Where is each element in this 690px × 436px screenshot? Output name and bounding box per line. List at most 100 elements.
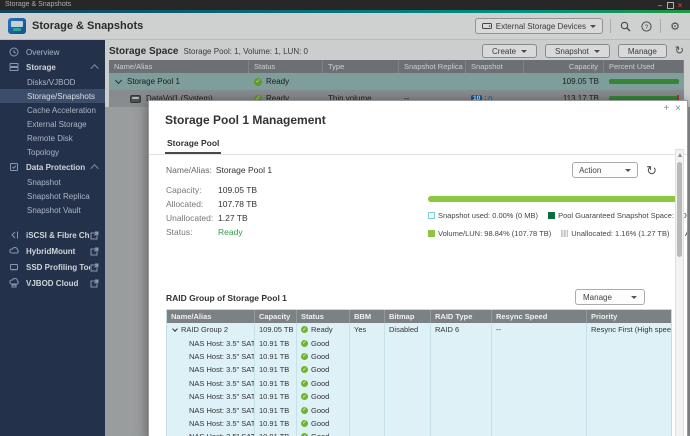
usage-volume-segment — [428, 196, 675, 202]
pool-info-section: Capacity:109.05 TB Allocated:107.78 TB U… — [166, 180, 671, 272]
raid-group-resync-speed: -- — [492, 323, 587, 336]
chevron-down-icon[interactable] — [172, 326, 178, 332]
raid-group-capacity: 109.05 TB — [255, 323, 297, 336]
raid-disk-row[interactable]: NAS Host: 3.5" SATA HDD 7 10.91 TB ✓Good — [167, 417, 671, 430]
pool-usage-bar — [428, 196, 678, 202]
name-alias-label: Name/Alias: — [166, 165, 212, 175]
dialog-tabbar: Storage Pool — [149, 135, 687, 155]
dialog-scrollbar[interactable] — [675, 149, 684, 436]
raid-disk-row[interactable]: NAS Host: 3.5" SATA HDD 5 10.91 TB ✓Good — [167, 390, 671, 403]
unallocated-label: Unallocated: — [166, 213, 218, 223]
raid-col-raid-type[interactable]: RAID Type — [431, 310, 492, 323]
raid-group-bitmap: Disabled — [385, 323, 431, 336]
disk-status: Good — [311, 379, 329, 388]
status-ok-icon: ✓ — [301, 326, 308, 333]
raid-group-priority: Resync First (High speed) — [587, 323, 671, 336]
allocated-value: 107.78 TB — [218, 199, 257, 209]
disk-status: Good — [311, 365, 329, 374]
raid-group-row[interactable]: RAID Group 2 109.05 TB ✓Ready Yes Disabl… — [167, 323, 671, 336]
disk-name: NAS Host: 3.5" SATA HDD 1 — [167, 336, 255, 349]
disk-name: NAS Host: 3.5" SATA HDD 5 — [167, 390, 255, 403]
raid-col-bitmap[interactable]: Bitmap — [385, 310, 431, 323]
raid-col-status[interactable]: Status — [297, 310, 350, 323]
chevron-down-icon — [631, 296, 637, 299]
raid-col-capacity[interactable]: Capacity — [255, 310, 297, 323]
status-ok-icon: ✓ — [301, 407, 308, 414]
storage-pool-management-dialog: Storage Pool 1 Management Storage Pool N… — [148, 100, 688, 436]
status-ok-icon: ✓ — [301, 353, 308, 360]
disk-capacity: 10.91 TB — [255, 417, 297, 430]
raid-section-header: RAID Group of Storage Pool 1 Manage — [166, 285, 671, 305]
dialog-header-row: Name/Alias: Storage Pool 1 Action ↻ — [166, 160, 671, 180]
raid-disk-row[interactable]: NAS Host: 3.5" SATA HDD 3 10.91 TB ✓Good — [167, 363, 671, 376]
raid-section-title: RAID Group of Storage Pool 1 — [166, 293, 575, 305]
disk-status: Good — [311, 432, 329, 436]
status-ok-icon: ✓ — [301, 380, 308, 387]
disk-name: NAS Host: 3.5" SATA HDD 2 — [167, 350, 255, 363]
scrollbar-thumb[interactable] — [677, 162, 682, 257]
disk-status: Good — [311, 406, 329, 415]
raid-disk-row[interactable]: NAS Host: 3.5" SATA HDD 8 10.91 TB ✓Good — [167, 430, 671, 436]
legend-snapshot-used: Snapshot used: 0.00% (0 MB) — [428, 211, 538, 220]
disk-name: NAS Host: 3.5" SATA HDD 8 — [167, 430, 255, 436]
status-ok-icon: ✓ — [301, 420, 308, 427]
volume-lun-swatch — [428, 230, 435, 237]
capacity-value: 109.05 TB — [218, 185, 257, 195]
raid-disk-rows: NAS Host: 3.5" SATA HDD 1 10.91 TB ✓Good… — [167, 336, 671, 436]
guaranteed-space-swatch — [548, 212, 555, 219]
allocated-label: Allocated: — [166, 199, 218, 209]
status-ok-icon: ✓ — [301, 393, 308, 400]
disk-status: Good — [311, 392, 329, 401]
disk-name: NAS Host: 3.5" SATA HDD 4 — [167, 377, 255, 390]
snapshot-used-swatch — [428, 212, 435, 219]
raid-manage-button-label: Manage — [583, 293, 612, 302]
disk-capacity: 10.91 TB — [255, 350, 297, 363]
raid-group-status: Ready — [311, 325, 333, 334]
disk-capacity: 10.91 TB — [255, 430, 297, 436]
disk-capacity: 10.91 TB — [255, 377, 297, 390]
disk-capacity: 10.91 TB — [255, 363, 297, 376]
status-value: Ready — [218, 227, 243, 237]
disk-status: Good — [311, 419, 329, 428]
capacity-label: Capacity: — [166, 185, 218, 195]
raid-table-header-row: Name/Alias Capacity Status BBM Bitmap RA… — [167, 310, 671, 323]
pool-usage-panel: Snapshot used: 0.00% (0 MB) Pool Guarant… — [428, 196, 678, 238]
name-alias-value: Storage Pool 1 — [216, 165, 572, 175]
raid-disk-row[interactable]: NAS Host: 3.5" SATA HDD 1 10.91 TB ✓Good — [167, 336, 671, 349]
dialog-title: Storage Pool 1 Management — [149, 101, 687, 127]
raid-col-priority[interactable]: Priority — [587, 310, 671, 323]
chevron-down-icon — [625, 169, 631, 172]
disk-capacity: 10.91 TB — [255, 390, 297, 403]
legend-guaranteed-space: Pool Guaranteed Snapshot Space: 0.00% (0… — [548, 211, 688, 220]
status-label: Status: — [166, 227, 218, 237]
disk-capacity: 10.91 TB — [255, 403, 297, 416]
disk-capacity: 10.91 TB — [255, 336, 297, 349]
disk-status: Good — [311, 339, 329, 348]
disk-name: NAS Host: 3.5" SATA HDD 3 — [167, 363, 255, 376]
status-ok-icon: ✓ — [301, 340, 308, 347]
scroll-up-arrow-icon[interactable] — [676, 151, 683, 159]
raid-group-type: RAID 6 — [431, 323, 492, 336]
raid-disk-row[interactable]: NAS Host: 3.5" SATA HDD 2 10.91 TB ✓Good — [167, 350, 671, 363]
raid-group-table: Name/Alias Capacity Status BBM Bitmap RA… — [166, 309, 672, 436]
raid-group-name: RAID Group 2 — [181, 325, 228, 334]
unallocated-value: 1.27 TB — [218, 213, 248, 223]
unallocated-swatch — [561, 230, 568, 237]
status-ok-icon: ✓ — [301, 366, 308, 373]
raid-col-resync-speed[interactable]: Resync Speed — [492, 310, 587, 323]
raid-disk-row[interactable]: NAS Host: 3.5" SATA HDD 6 10.91 TB ✓Good — [167, 403, 671, 416]
dialog-refresh-icon[interactable]: ↻ — [646, 164, 657, 177]
app-window: Storage & Snapshots Storage & Snapshots … — [0, 0, 690, 436]
disk-name: NAS Host: 3.5" SATA HDD 6 — [167, 403, 255, 416]
raid-group-bbm: Yes — [350, 323, 385, 336]
raid-col-name[interactable]: Name/Alias — [167, 310, 255, 323]
legend-volume-lun: Volume/LUN: 98.84% (107.78 TB) — [428, 229, 551, 238]
raid-col-bbm[interactable]: BBM — [350, 310, 385, 323]
raid-manage-button[interactable]: Manage — [575, 289, 645, 305]
raid-disk-row[interactable]: NAS Host: 3.5" SATA HDD 4 10.91 TB ✓Good — [167, 377, 671, 390]
tab-storage-pool[interactable]: Storage Pool — [165, 135, 221, 154]
action-button[interactable]: Action — [572, 162, 638, 178]
dialog-close-icon[interactable] — [675, 104, 681, 114]
legend-unallocated: Unallocated: 1.16% (1.27 TB) — [561, 229, 669, 238]
dialog-popout-icon[interactable] — [663, 104, 669, 114]
